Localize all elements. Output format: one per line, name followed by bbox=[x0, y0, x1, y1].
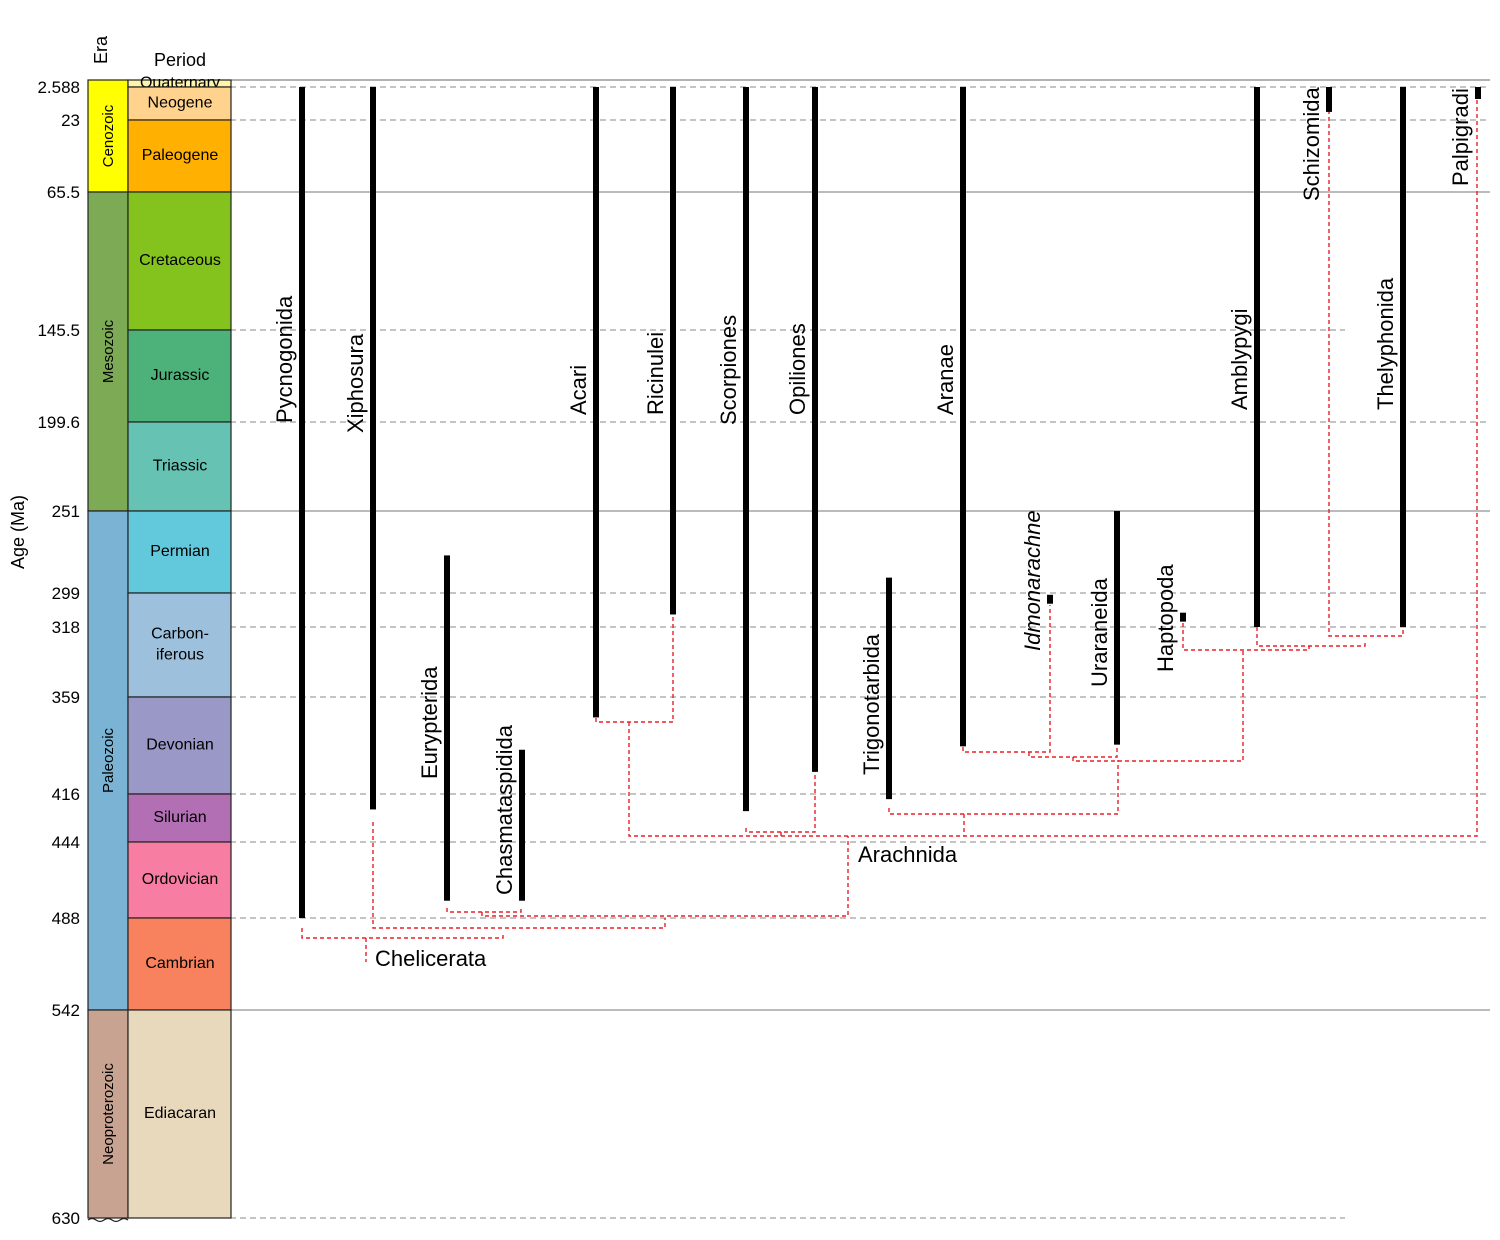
range-bar-acari bbox=[593, 87, 599, 718]
tick-label-65-5: 65.5 bbox=[47, 183, 80, 202]
range-bar-idmonarachne bbox=[1047, 594, 1053, 604]
period-label-cambrian: Cambrian bbox=[145, 955, 214, 972]
range-bar-haptopoda bbox=[1180, 612, 1186, 622]
phylogeny-branch-5 bbox=[481, 836, 849, 917]
era-label-paleozoic: Paleozoic bbox=[100, 727, 117, 793]
taxon-label-pycnogonida: Pycnogonida bbox=[272, 295, 297, 423]
age-tick-labels: 2.588 23 65.5 145.5 199.6 251 299 318 359 416 444 4… bbox=[37, 78, 80, 1228]
period-label-paleogene: Paleogene bbox=[142, 147, 219, 164]
phylogeny-branch-6 bbox=[595, 616, 674, 723]
phylogeny-branch-16 bbox=[1256, 627, 1366, 647]
taxon-label-palpigradi: Palpigradi bbox=[1448, 88, 1473, 186]
period-column: QuaternaryNeogenePaleogeneCretaceousJura… bbox=[127, 75, 232, 1219]
era-label-mesozoic: Mesozoic bbox=[100, 319, 117, 383]
era-column-title: Era bbox=[91, 35, 111, 64]
clade-label-chelicerata: Chelicerata bbox=[375, 946, 487, 971]
range-bar-thelyphonida bbox=[1400, 87, 1406, 627]
range-bar-trigonotarbida bbox=[886, 577, 892, 800]
range-bar-opiliones bbox=[812, 87, 818, 772]
era-label-neoproterozoic: Neoproterozoic bbox=[100, 1063, 117, 1165]
tick-label-23: 23 bbox=[61, 111, 80, 130]
period-column-title: Period bbox=[154, 50, 206, 70]
tick-label-444: 444 bbox=[52, 833, 80, 852]
taxon-label-xiphosura: Xiphosura bbox=[343, 333, 368, 433]
period-label-permian: Permian bbox=[150, 543, 210, 560]
period-label-carbon-iferous-1: Carbon- bbox=[151, 626, 209, 643]
phylogeny-branch-7 bbox=[628, 96, 1478, 837]
tick-label-299: 299 bbox=[52, 584, 80, 603]
range-bar-uraraneida bbox=[1114, 511, 1120, 745]
range-bar-aranae bbox=[960, 87, 966, 747]
taxon-label-eurypterida: Eurypterida bbox=[417, 666, 442, 779]
taxon-label-trigonotarbida: Trigonotarbida bbox=[859, 633, 884, 775]
period-label-cretaceous: Cretaceous bbox=[139, 252, 221, 269]
period-label-triassic: Triassic bbox=[153, 458, 208, 475]
tick-label-416: 416 bbox=[52, 785, 80, 804]
taxon-label-schizomida: Schizomida bbox=[1299, 87, 1324, 201]
range-bar-xiphosura bbox=[370, 87, 376, 810]
geologic-timescale-phylogeny: Era Period Age (Ma) 2.588 23 65.5 145.5 199.… bbox=[0, 0, 1500, 1235]
taxon-label-acari: Acari bbox=[566, 365, 591, 415]
era-column-break bbox=[87, 1217, 129, 1223]
tick-label-542: 542 bbox=[52, 1001, 80, 1020]
phylogeny-branch-1 bbox=[301, 928, 504, 939]
period-label-jurassic: Jurassic bbox=[151, 367, 210, 384]
range-bar-chasmataspidida bbox=[519, 749, 525, 901]
range-bar-ricinulei bbox=[670, 87, 676, 615]
taxon-label-aranae: Aranae bbox=[933, 344, 958, 415]
phylogeny-branch-4 bbox=[446, 908, 522, 913]
taxon-label-ricinulei: Ricinulei bbox=[643, 332, 668, 415]
period-label-ediacaran: Ediacaran bbox=[144, 1105, 216, 1122]
phylogeny-tree bbox=[301, 96, 1478, 962]
range-bar-eurypterida bbox=[444, 555, 450, 901]
range-bar-pycnogonida bbox=[299, 87, 305, 918]
period-label-ordovician: Ordovician bbox=[142, 871, 218, 888]
phylogeny-branch-13 bbox=[1028, 745, 1118, 758]
tick-label-630: 630 bbox=[52, 1209, 80, 1228]
tick-label-318: 318 bbox=[52, 618, 80, 637]
period-label-carbon-iferous-2: iferous bbox=[156, 647, 204, 664]
tick-label-145-5: 145.5 bbox=[37, 321, 80, 340]
era-column: Cenozoic Mesozoic Paleozoic Neoproterozoic bbox=[87, 79, 129, 1223]
y-axis-label: Age (Ma) bbox=[8, 495, 28, 569]
tick-label-488: 488 bbox=[52, 909, 80, 928]
range-bar-palpigradi bbox=[1475, 87, 1481, 99]
tick-label-251: 251 bbox=[52, 502, 80, 521]
period-label-silurian: Silurian bbox=[153, 809, 206, 826]
taxon-label-idmonarachne: Idmonarachne bbox=[1020, 510, 1045, 651]
period-box-carbon-iferous bbox=[127, 592, 232, 698]
taxon-range-bars bbox=[299, 87, 1481, 918]
taxon-label-scorpiones: Scorpiones bbox=[716, 315, 741, 425]
tick-label-2-588: 2.588 bbox=[37, 78, 80, 97]
tick-label-199-6: 199.6 bbox=[37, 413, 80, 432]
phylogeny-branch-8 bbox=[745, 770, 816, 833]
taxon-label-haptopoda: Haptopoda bbox=[1153, 564, 1178, 672]
range-bar-amblypygi bbox=[1254, 87, 1260, 627]
tick-label-359: 359 bbox=[52, 688, 80, 707]
era-label-cenozoic: Cenozoic bbox=[100, 104, 117, 167]
taxon-label-chasmataspidida: Chasmataspidida bbox=[492, 724, 517, 895]
range-bar-schizomida bbox=[1326, 87, 1332, 112]
phylogeny-figure: Era Period Age (Ma) 2.588 23 65.5 145.5 199.… bbox=[8, 35, 1490, 1228]
period-label-devonian: Devonian bbox=[146, 737, 214, 754]
taxon-label-opiliones: Opiliones bbox=[785, 323, 810, 415]
phylogeny-branch-10 bbox=[888, 760, 1119, 815]
taxon-label-amblypygi: Amblypygi bbox=[1227, 309, 1252, 410]
period-label-neogene: Neogene bbox=[148, 95, 213, 112]
taxon-label-uraraneida: Uraraneida bbox=[1087, 577, 1112, 687]
clade-label-arachnida: Arachnida bbox=[858, 842, 958, 867]
taxon-labels: Pycnogonida Xiphosura Eurypterida Chasmatas… bbox=[272, 87, 1473, 895]
taxon-label-thelyphonida: Thelyphonida bbox=[1373, 277, 1398, 410]
range-bar-scorpiones bbox=[743, 87, 749, 812]
